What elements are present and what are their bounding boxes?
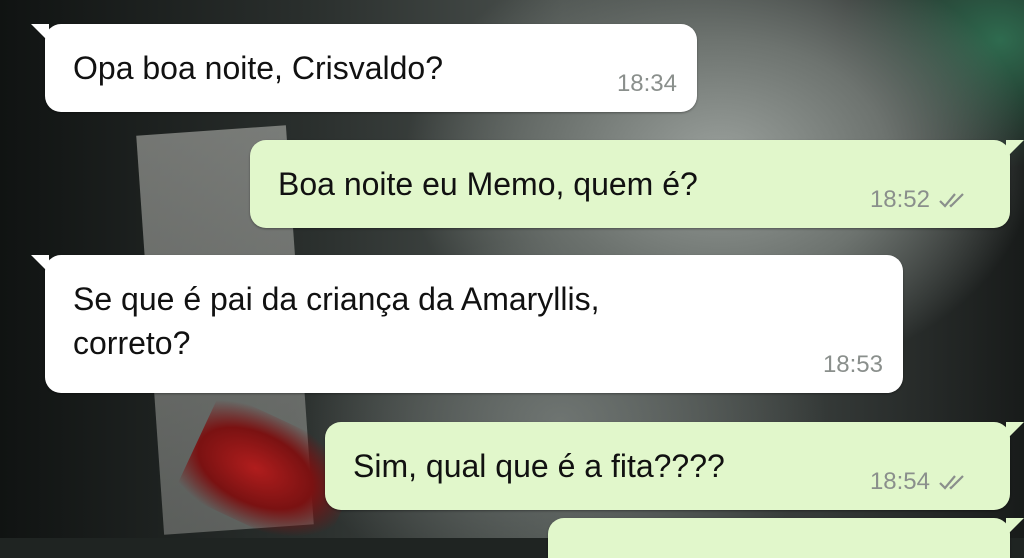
message-text: Se que é pai da criança da Amaryllis, co… [73,281,600,361]
message-bubble-outgoing[interactable]: Boa noite eu Memo, quem é? 18:52 [250,140,1024,228]
message-meta: 18:34 [617,70,677,98]
double-check-icon [939,193,964,208]
message-time: 18:53 [822,351,883,378]
message-bubble-incoming[interactable]: Se que é pai da criança da Amaryllis, co… [31,255,903,393]
message-meta: 18:53 [823,351,883,379]
message-text: Boa noite eu Memo, quem é? [278,166,698,202]
message-meta: 18:52 [870,186,972,214]
message-time: 18:34 [616,70,677,97]
message-text: Sim, qual que é a fita???? [353,448,725,484]
message-time: 18:52 [869,186,930,213]
message-text: Opa boa noite, Crisvaldo? [73,50,443,86]
message-meta: 18:54 [870,468,972,496]
message-bubble-outgoing[interactable]: Sim, qual que é a fita???? 18:54 [325,422,1024,510]
message-bubble-outgoing-partial[interactable] [548,518,1024,558]
message-bubble-incoming[interactable]: Opa boa noite, Crisvaldo? 18:34 [31,24,697,112]
double-check-icon [939,475,964,490]
message-time: 18:54 [869,468,930,495]
